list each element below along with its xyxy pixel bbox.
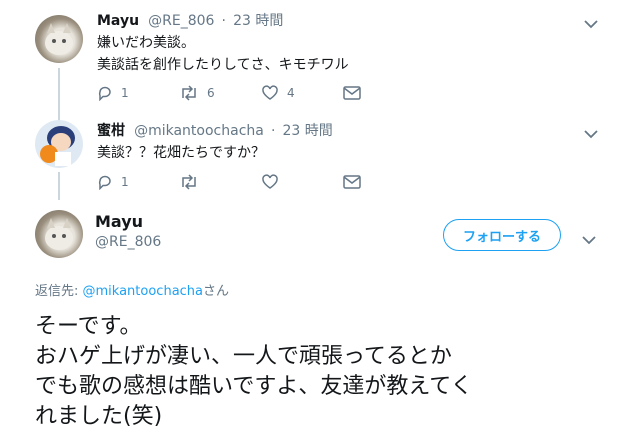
tweet-actions: 1 [97,174,369,190]
dm-icon [343,175,361,189]
tweet-actions: 1 6 4 [97,85,369,101]
cat-avatar-image [45,218,73,250]
tweet-text-line: れました(笑) [35,404,163,429]
chevron-down-icon[interactable] [582,230,596,249]
follow-button[interactable]: フォローする [443,219,561,251]
tweet-header: Mayu @RE_806 · 23 時間 [97,10,283,30]
cat-avatar-image [45,23,73,55]
reply-button[interactable]: 1 [97,174,179,190]
retweet-button[interactable] [179,174,261,190]
timestamp[interactable]: 23 時間 [283,123,333,139]
reply-to-line: 返信先: @mikantoochachaさん [35,280,229,299]
reply-to-user-link[interactable]: @mikantoochacha [83,284,204,299]
retweet-icon [182,85,196,101]
user-handle[interactable]: @RE_806 [95,234,161,250]
tweet-text-line: 美談話を創作したりしてさ、キモチワル [97,57,349,73]
tweet-text-line: 嫌いだわ美談。 [97,35,195,51]
tweet-header: 蜜柑 @mikantoochacha · 23 時間 [97,120,333,140]
dm-button[interactable] [343,174,369,190]
like-icon [262,174,278,189]
tweet-text-line: でも歌の感想は酷いですよ、友達が教えてく [35,374,473,399]
dm-button[interactable] [343,85,369,101]
display-name[interactable]: Mayu [95,212,143,231]
retweet-icon [182,174,196,190]
reply-count: 1 [121,175,129,189]
display-name[interactable]: Mayu [97,13,139,29]
reply-to-label: 返信先: [35,284,83,299]
thread-line [58,172,60,200]
avatar[interactable] [35,210,83,258]
avatar[interactable] [35,120,83,168]
tweet-text: 嫌いだわ美談。 美談話を創作したりしてさ、キモチワル [97,32,349,76]
tweet-text-line: そーです。 [35,314,142,339]
like-button[interactable]: 4 [261,85,343,101]
thread-line [58,68,60,128]
separator: · [270,123,276,139]
character-avatar-image [40,126,75,166]
reply-to-suffix: さん [203,284,230,299]
reply-count: 1 [121,86,129,100]
dm-icon [343,86,361,100]
like-icon [262,85,278,100]
timestamp[interactable]: 23 時間 [233,13,283,29]
avatar[interactable] [35,15,83,63]
tweet-text-line: おハゲ上げが凄い、一人で頑張ってるとか [35,344,452,369]
chevron-down-icon[interactable] [584,124,598,143]
user-handle[interactable]: @RE_806 [148,13,214,29]
separator: · [221,13,226,29]
retweet-button[interactable]: 6 [179,85,261,101]
like-button[interactable] [261,174,343,190]
reply-button[interactable]: 1 [97,85,179,101]
tweet-text: 美談？？花畑たちですか？ [97,145,265,161]
retweet-count: 6 [207,86,215,100]
reply-icon [98,175,111,190]
reply-icon [98,86,111,101]
main-tweet-text: そーです。 おハゲ上げが凄い、一人で頑張ってるとか でも歌の感想は酷いですよ、友… [35,312,473,432]
user-handle[interactable]: @mikantoochacha [134,123,264,139]
like-count: 4 [287,86,295,100]
chevron-down-icon[interactable] [584,14,598,33]
display-name[interactable]: 蜜柑 [97,123,125,139]
